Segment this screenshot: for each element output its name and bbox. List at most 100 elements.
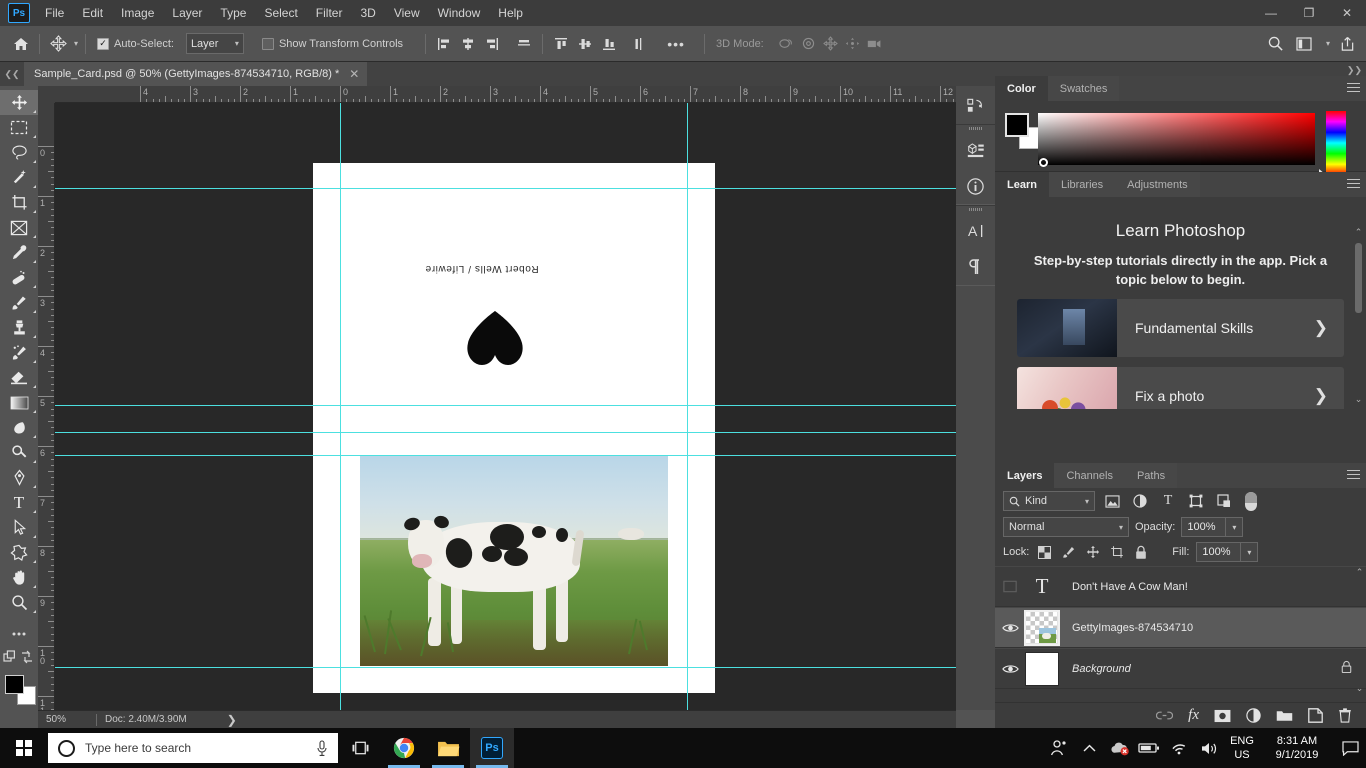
guide-horizontal[interactable] <box>55 405 956 406</box>
tab-layers[interactable]: Layers <box>995 463 1055 488</box>
menu-select[interactable]: Select <box>255 2 306 24</box>
brush-tool[interactable] <box>0 290 38 315</box>
hand-tool[interactable] <box>0 565 38 590</box>
guide-horizontal[interactable] <box>55 667 956 668</box>
pixel-filter-icon[interactable] <box>1101 491 1123 511</box>
tab-swatches[interactable]: Swatches <box>1047 76 1120 101</box>
guide-vertical[interactable] <box>340 103 341 710</box>
layer-name[interactable]: Background <box>1059 663 1341 675</box>
search-icon[interactable] <box>1265 33 1287 55</box>
history-icon[interactable] <box>956 88 995 124</box>
menu-layer[interactable]: Layer <box>163 2 211 24</box>
learn-card-fundamental-skills[interactable]: Fundamental Skills ❯ <box>1017 299 1344 357</box>
panel-menu-icon[interactable] <box>1347 470 1360 481</box>
screen-mode-group[interactable] <box>0 646 38 668</box>
new-layer-icon[interactable] <box>1308 708 1323 723</box>
fill-input[interactable]: 100% <box>1196 542 1242 562</box>
rectangular-marquee-tool[interactable] <box>0 115 38 140</box>
layer-thumbnail-image[interactable] <box>1024 609 1060 646</box>
people-icon[interactable] <box>1044 728 1074 768</box>
blend-mode-dropdown[interactable]: Normal ▾ <box>1003 517 1129 537</box>
frame-tool[interactable] <box>0 215 38 240</box>
table-row[interactable]: T Don't Have A Cow Man! <box>995 566 1366 607</box>
guide-horizontal[interactable] <box>55 432 956 433</box>
distribute-horizontal-icon[interactable] <box>513 33 535 55</box>
document-tab[interactable]: Sample_Card.psd @ 50% (GettyImages-87453… <box>24 62 368 86</box>
lock-transparent-pixels-icon[interactable] <box>1036 544 1053 561</box>
placed-image-cow-photo[interactable] <box>360 456 668 666</box>
delete-layer-icon[interactable] <box>1338 708 1352 723</box>
vertical-ruler[interactable]: 0 1 2 3 4 5 6 7 8 9 10 11 <box>38 103 55 710</box>
layer-visibility-toggle[interactable] <box>995 580 1025 593</box>
tab-paths[interactable]: Paths <box>1124 463 1178 488</box>
clone-stamp-tool[interactable] <box>0 315 38 340</box>
home-icon[interactable] <box>10 33 32 55</box>
color-swatches[interactable] <box>0 672 38 706</box>
move-tool-icon[interactable] <box>47 33 69 55</box>
foreground-color-swatch[interactable] <box>1005 113 1029 137</box>
scroll-up-icon[interactable]: ⌃ <box>1353 227 1364 238</box>
history-brush-tool[interactable] <box>0 340 38 365</box>
table-row[interactable]: Background <box>995 648 1366 689</box>
lock-all-icon[interactable] <box>1132 544 1149 561</box>
scroll-down-icon[interactable]: ⌄ <box>1353 394 1364 405</box>
layer-visibility-toggle[interactable] <box>995 663 1025 675</box>
panel-drag-handle[interactable] <box>956 125 995 132</box>
share-icon[interactable] <box>1336 33 1358 55</box>
chevron-right-icon[interactable]: ❯ <box>1314 318 1344 338</box>
3d-icon[interactable] <box>956 132 995 168</box>
maximize-button[interactable]: ❐ <box>1290 0 1328 26</box>
lasso-tool[interactable] <box>0 140 38 165</box>
close-button[interactable]: ✕ <box>1328 0 1366 26</box>
eyedropper-tool[interactable] <box>0 240 38 265</box>
menu-image[interactable]: Image <box>112 2 163 24</box>
task-view-icon[interactable] <box>338 728 382 768</box>
layer-thumbnail-background[interactable] <box>1025 651 1059 686</box>
edit-toolbar-more-button[interactable] <box>0 621 38 646</box>
chevron-right-icon[interactable]: ❯ <box>1314 386 1344 406</box>
adjustment-layer-icon[interactable] <box>1246 708 1261 723</box>
lock-artboard-icon[interactable] <box>1108 544 1125 561</box>
lock-image-pixels-icon[interactable] <box>1060 544 1077 561</box>
color-ramp-marker[interactable] <box>1039 158 1048 167</box>
hue-slider[interactable] <box>1326 111 1346 175</box>
clock[interactable]: 8:31 AM 9/1/2019 <box>1260 734 1334 762</box>
layer-thumbnail-type[interactable]: T <box>1025 570 1059 604</box>
tab-learn[interactable]: Learn <box>995 172 1049 197</box>
layer-name[interactable]: Don't Have A Cow Man! <box>1059 581 1366 593</box>
3d-rotate-icon[interactable] <box>776 33 798 55</box>
search-input[interactable]: Type here to search <box>48 733 338 763</box>
action-center-icon[interactable] <box>1334 728 1366 768</box>
dodge-tool[interactable] <box>0 440 38 465</box>
tool-preset-chevron-icon[interactable]: ▾ <box>74 39 78 48</box>
layer-visibility-toggle[interactable] <box>995 622 1025 634</box>
file-explorer-icon[interactable] <box>426 728 470 768</box>
smart-object-filter-icon[interactable] <box>1213 491 1235 511</box>
3d-pan-icon[interactable] <box>820 33 842 55</box>
color-ramp[interactable] <box>1038 113 1315 165</box>
fill-stepper[interactable]: ▾ <box>1241 542 1259 562</box>
layer-mask-icon[interactable] <box>1214 709 1231 723</box>
expand-panel-icon[interactable]: ❯❯ <box>1347 65 1362 76</box>
character-icon[interactable]: A <box>956 213 995 249</box>
zoom-tool[interactable] <box>0 590 38 615</box>
canvas-spade-shape[interactable] <box>464 309 526 367</box>
document-viewport[interactable]: Robert Wells / Lifewire <box>55 103 956 710</box>
distribute-vertical-icon[interactable] <box>628 33 650 55</box>
3d-slide-icon[interactable] <box>842 33 864 55</box>
menu-edit[interactable]: Edit <box>73 2 112 24</box>
layers-scrollbar[interactable]: ⌃ ⌄ <box>1354 567 1365 694</box>
scroll-thumb[interactable] <box>1355 243 1362 313</box>
chrome-icon[interactable] <box>382 728 426 768</box>
new-group-icon[interactable] <box>1276 709 1293 722</box>
3d-roll-icon[interactable] <box>798 33 820 55</box>
tab-color[interactable]: Color <box>995 76 1048 101</box>
learn-card-fix-a-photo[interactable]: Fix a photo ❯ <box>1017 367 1344 409</box>
opacity-input[interactable]: 100% <box>1181 517 1227 537</box>
close-icon[interactable]: ✕ <box>349 67 359 81</box>
menu-file[interactable]: File <box>36 2 73 24</box>
photoshop-icon[interactable]: Ps <box>470 728 514 768</box>
spot-healing-brush-tool[interactable] <box>0 265 38 290</box>
collapse-panel-icon[interactable]: ❮❮ <box>0 62 24 86</box>
move-tool[interactable] <box>0 90 38 115</box>
